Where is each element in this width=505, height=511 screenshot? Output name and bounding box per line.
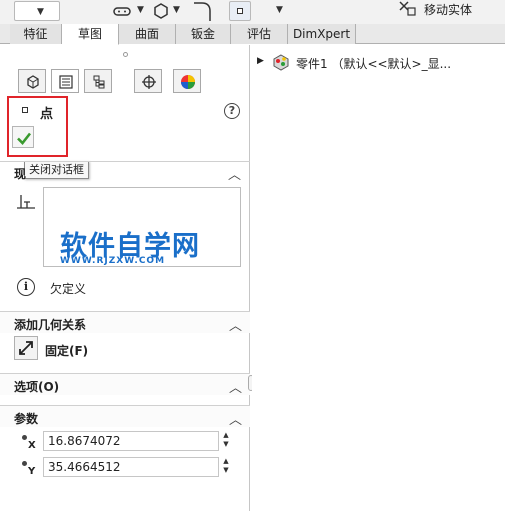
ok-button[interactable] xyxy=(12,126,34,148)
point-icon xyxy=(22,107,28,113)
tab-evaluate[interactable]: 评估 xyxy=(231,24,288,44)
add-relations-title: 添加几何关系 xyxy=(14,318,87,332)
tree-root-item[interactable]: 零件1 （默认<<默认>_显... xyxy=(296,55,451,72)
tab-dimxpert-manager[interactable] xyxy=(134,69,162,93)
move-entity-icon[interactable] xyxy=(398,0,418,18)
tab-configuration-manager[interactable] xyxy=(84,69,112,93)
y-spinner[interactable]: ▲ ▼ xyxy=(220,457,232,477)
polygon-icon[interactable] xyxy=(152,2,170,20)
y-coordinate-input[interactable]: 35.4664512 xyxy=(43,457,219,477)
y-coordinate-icon: Y xyxy=(22,461,42,479)
dimxpert-manager-icon xyxy=(142,75,156,89)
chevron-up-icon[interactable]: ︿ xyxy=(229,377,242,396)
configuration-manager-icon xyxy=(93,75,105,89)
display-manager-icon xyxy=(181,75,195,89)
chevron-up-icon[interactable]: ︿ xyxy=(228,164,241,183)
tab-sketch[interactable]: 草图 xyxy=(62,24,119,45)
add-relations-header[interactable]: 添加几何关系 ︿ xyxy=(0,311,250,334)
fix-relation-label[interactable]: 固定(F) xyxy=(45,342,88,359)
chevron-up-icon[interactable]: ︿ xyxy=(229,409,242,428)
help-icon[interactable]: ? xyxy=(224,103,240,119)
checkmark-icon xyxy=(17,132,32,145)
divider xyxy=(0,161,250,162)
chevron-down-icon[interactable]: ▼ xyxy=(276,5,283,15)
options-title: 选项(O) xyxy=(14,380,60,394)
command-manager-tabs: 特征 草图 曲面 钣金 评估 DimXpert xyxy=(0,24,505,45)
tab-property-manager[interactable] xyxy=(51,69,79,93)
move-entity-label[interactable]: 移动实体 xyxy=(424,1,472,18)
x-coordinate-input[interactable]: 16.8674072 xyxy=(43,431,219,451)
parameters-header[interactable]: 参数 ︿ xyxy=(0,405,250,428)
watermark-url: WWW.RJZXW.COM xyxy=(60,256,166,266)
status-text: 欠定义 xyxy=(50,282,87,296)
parameters-title: 参数 xyxy=(14,412,39,426)
relation-icon xyxy=(17,195,35,209)
x-spinner[interactable]: ▲ ▼ xyxy=(220,431,232,451)
chevron-down-icon[interactable]: ▼ xyxy=(137,5,144,15)
tab-sheet-metal[interactable]: 钣金 xyxy=(176,24,231,44)
toolbar-dropdown-box[interactable]: ▼ xyxy=(14,1,60,21)
point-tool-button[interactable] xyxy=(229,1,251,21)
property-manager-icon xyxy=(59,75,73,89)
tooltip: 关闭对话框 xyxy=(24,161,89,179)
anchor-icon xyxy=(19,341,33,355)
x-coordinate-icon: X xyxy=(22,435,42,453)
feature-tree: ▶ 零件1 （默认<<默认>_显... xyxy=(252,45,505,511)
property-manager-panel: 点 ? 关闭对话框 现 ︿ 软件自学网 WWW.RJZXW.COM i 欠定义 … xyxy=(0,45,254,511)
expand-arrow-icon[interactable]: ▶ xyxy=(257,56,264,66)
link-icon[interactable] xyxy=(112,3,132,19)
tab-features[interactable]: 特征 xyxy=(10,24,62,44)
chevron-down-icon: ▼ xyxy=(37,7,44,17)
tab-surfaces[interactable]: 曲面 xyxy=(119,24,176,44)
feature-manager-icon xyxy=(27,75,39,89)
chevron-up-icon[interactable]: ︿ xyxy=(229,315,242,334)
existing-relations-title: 现 xyxy=(14,167,27,181)
point-icon xyxy=(237,8,243,14)
part-icon xyxy=(273,54,289,71)
tab-display-manager[interactable] xyxy=(173,69,201,93)
tab-dimxpert[interactable]: DimXpert xyxy=(288,24,356,44)
options-header[interactable]: 选项(O) ︿ xyxy=(0,373,250,396)
tab-feature-manager[interactable] xyxy=(18,69,46,93)
chevron-down-icon[interactable]: ▼ xyxy=(173,5,180,15)
relations-list[interactable]: 软件自学网 WWW.RJZXW.COM xyxy=(43,187,241,267)
fix-relation-button[interactable] xyxy=(14,336,38,360)
info-icon: i xyxy=(17,278,35,296)
fillet-icon[interactable] xyxy=(192,1,214,21)
command-toolbar: ▼ ▼ ▼ ▼ 移动实体 xyxy=(0,0,505,24)
splitter-handle[interactable] xyxy=(123,52,128,57)
page-title: 点 xyxy=(40,107,54,122)
